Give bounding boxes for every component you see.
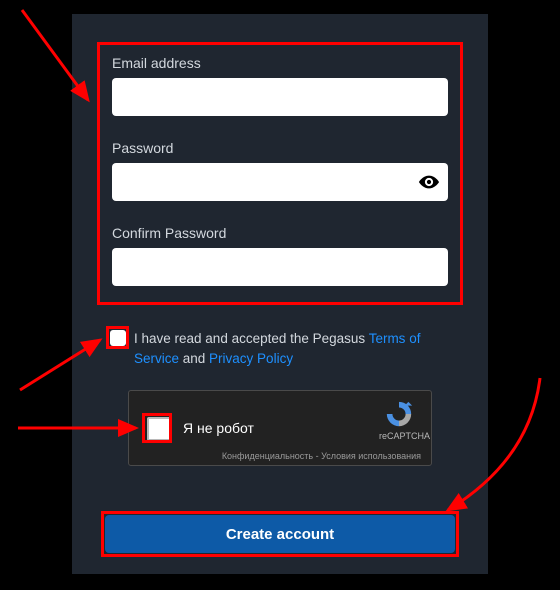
- annotation-arrow-button: [430, 370, 560, 530]
- recaptcha-brand: reCAPTCHA: [379, 431, 419, 441]
- recaptcha-logo: reCAPTCHA: [379, 399, 419, 441]
- recaptcha-label: Я не робот: [183, 420, 254, 436]
- password-label: Password: [112, 140, 173, 156]
- annotation-arrow-form: [0, 0, 100, 120]
- annotation-arrow-captcha: [0, 400, 145, 460]
- recaptcha-legal: Конфиденциальность - Условия использован…: [222, 451, 421, 461]
- recaptcha-checkbox[interactable]: [147, 417, 171, 441]
- confirm-password-input[interactable]: [112, 248, 448, 286]
- email-label: Email address: [112, 55, 201, 71]
- terms-prefix: I have read and accepted the Pegasus: [134, 331, 369, 346]
- create-account-button[interactable]: Create account: [105, 515, 455, 553]
- terms-middle: and: [179, 351, 209, 366]
- terms-checkbox[interactable]: [110, 330, 126, 346]
- email-input[interactable]: [112, 78, 448, 116]
- password-input[interactable]: [112, 163, 448, 201]
- eye-icon[interactable]: [418, 171, 440, 193]
- terms-text: I have read and accepted the Pegasus Ter…: [134, 329, 460, 369]
- confirm-password-label: Confirm Password: [112, 225, 226, 241]
- privacy-policy-link[interactable]: Privacy Policy: [209, 351, 293, 366]
- recaptcha-widget: Я не робот reCAPTCHA Конфиденциальность …: [128, 390, 432, 466]
